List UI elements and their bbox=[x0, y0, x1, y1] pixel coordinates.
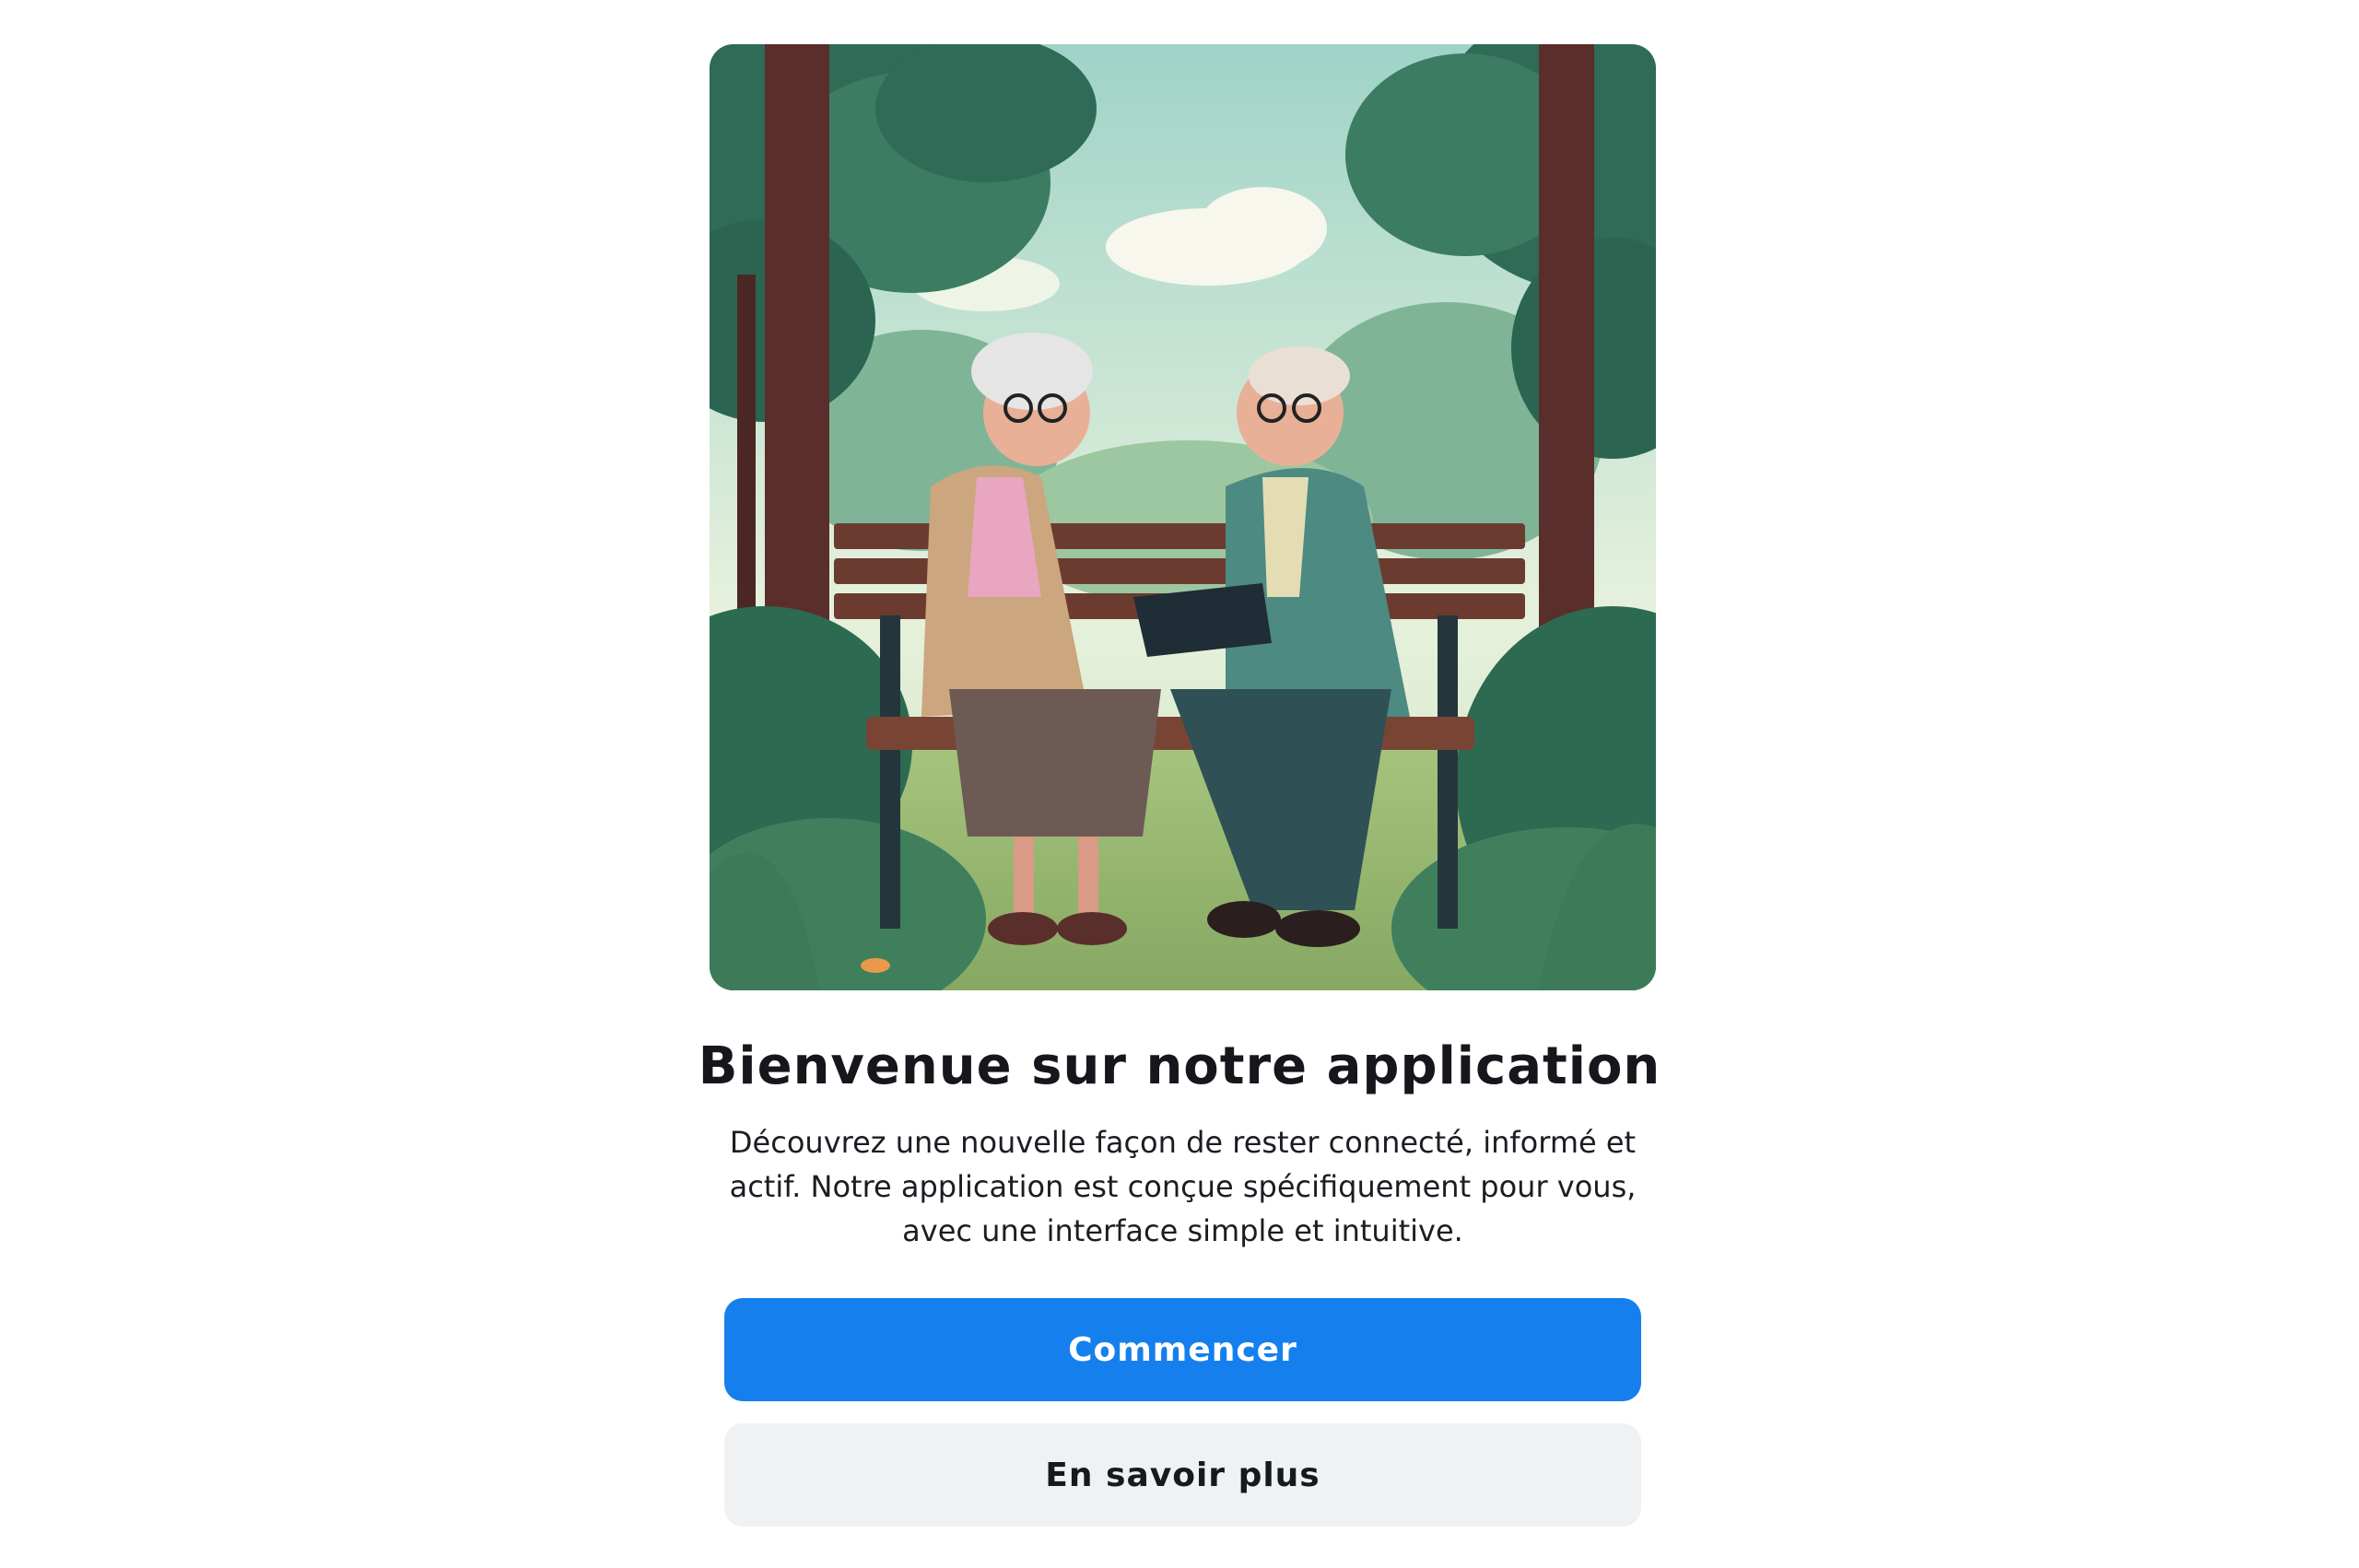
learn-more-button[interactable]: En savoir plus bbox=[724, 1423, 1641, 1527]
learn-more-button-label: En savoir plus bbox=[1045, 1456, 1320, 1494]
welcome-screen: Bienvenue sur notre application Découvre… bbox=[0, 0, 2359, 1568]
hero-illustration bbox=[710, 44, 1656, 990]
elderly-couple-park-illustration bbox=[710, 44, 1656, 990]
start-button[interactable]: Commencer bbox=[724, 1298, 1641, 1401]
page-title: Bienvenue sur notre application bbox=[698, 1036, 1661, 1096]
start-button-label: Commencer bbox=[1068, 1330, 1297, 1369]
welcome-description: Découvrez une nouvelle façon de rester c… bbox=[729, 1125, 1637, 1248]
